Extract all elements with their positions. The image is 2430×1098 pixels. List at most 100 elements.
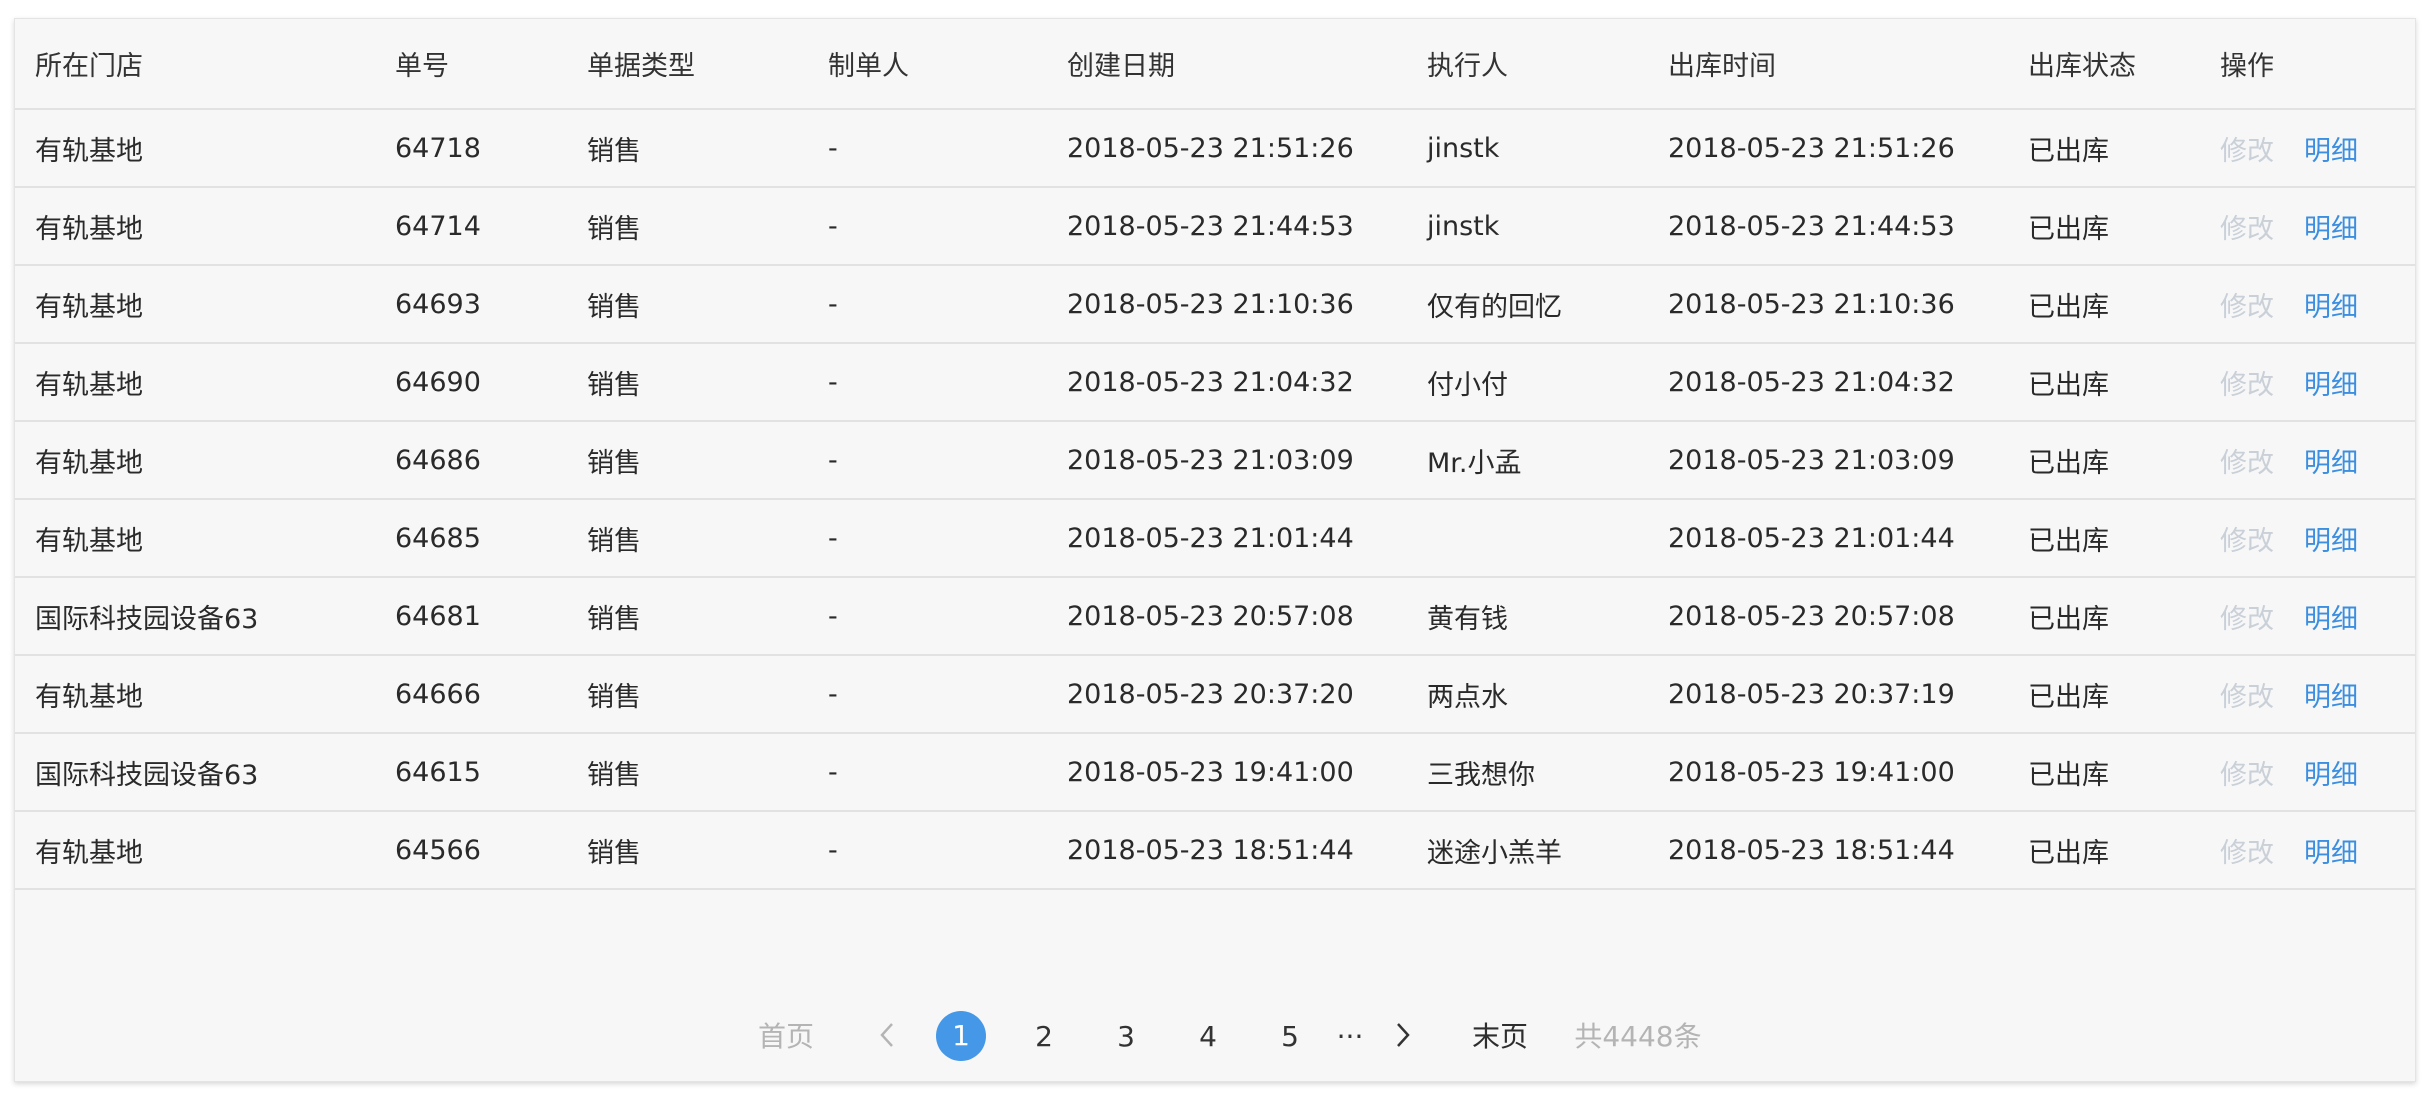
cell-executor: 仅有的回忆 bbox=[1407, 265, 1648, 344]
cell-maker: - bbox=[808, 421, 1047, 500]
cell-maker: - bbox=[808, 655, 1047, 734]
page-3-button[interactable]: 3 bbox=[1101, 1011, 1151, 1063]
detail-link[interactable]: 明细 bbox=[2304, 448, 2358, 479]
chevron-left-icon[interactable] bbox=[879, 1011, 909, 1063]
cell-outbound-time: 2018-05-23 19:41:00 bbox=[1648, 733, 2008, 812]
page-4-button[interactable]: 4 bbox=[1183, 1011, 1233, 1063]
chevron-right-icon[interactable] bbox=[1395, 1011, 1425, 1063]
cell-outbound-time: 2018-05-23 21:04:32 bbox=[1648, 343, 2008, 422]
cell-maker: - bbox=[808, 499, 1047, 578]
cell-outbound-time: 2018-05-23 18:51:44 bbox=[1648, 811, 2008, 890]
cell-order-no: 64666 bbox=[375, 655, 567, 734]
table-row: 国际科技园设备63 64681 销售 -2018-05-23 20:57:08 黄有钱 2… bbox=[15, 577, 2415, 656]
table-row: 有轨基地 64714 销售 -2018-05-23 21:44:53 jinstk 201… bbox=[15, 187, 2415, 266]
cell-created-date: 2018-05-23 21:51:26 bbox=[1047, 109, 1407, 188]
cell-doc-type: 销售 bbox=[567, 577, 808, 656]
detail-link[interactable]: 明细 bbox=[2304, 214, 2358, 245]
cell-created-date: 2018-05-23 18:51:44 bbox=[1047, 811, 1407, 890]
detail-link[interactable]: 明细 bbox=[2304, 838, 2358, 869]
column-header-executor: 执行人 bbox=[1407, 19, 1648, 110]
edit-link[interactable]: 修改 bbox=[2220, 760, 2274, 791]
table-row: 有轨基地 64566 销售 -2018-05-23 18:51:44 迷途小羔羊 2018… bbox=[15, 811, 2415, 890]
cell-outbound-status: 已出库 bbox=[2008, 343, 2200, 422]
column-header-outbound-time: 出库时间 bbox=[1648, 19, 2008, 110]
cell-order-no: 64714 bbox=[375, 187, 567, 266]
total-count: 共4448条 bbox=[1574, 1020, 1702, 1053]
cell-doc-type: 销售 bbox=[567, 499, 808, 578]
cell-created-date: 2018-05-23 21:04:32 bbox=[1047, 343, 1407, 422]
cell-created-date: 2018-05-23 20:37:20 bbox=[1047, 655, 1407, 734]
detail-link[interactable]: 明细 bbox=[2304, 292, 2358, 323]
cell-outbound-status: 已出库 bbox=[2008, 655, 2200, 734]
outbound-orders-panel: 所在门店 单号 单据类型 制单人 创建日期 执行人 出库时间 出库状态 操作 有… bbox=[14, 18, 2416, 1082]
cell-maker: - bbox=[808, 811, 1047, 890]
cell-store: 有轨基地 bbox=[15, 499, 375, 578]
cell-store: 有轨基地 bbox=[15, 421, 375, 500]
cell-store: 有轨基地 bbox=[15, 655, 375, 734]
cell-store: 有轨基地 bbox=[15, 811, 375, 890]
column-header-created-date: 创建日期 bbox=[1047, 19, 1407, 110]
edit-link[interactable]: 修改 bbox=[2220, 604, 2274, 635]
edit-link[interactable]: 修改 bbox=[2220, 526, 2274, 557]
cell-actions: 修改 明细 bbox=[2200, 733, 2415, 812]
table-row: 有轨基地 64666 销售 -2018-05-23 20:37:20 两点水 2018-0… bbox=[15, 655, 2415, 734]
cell-store: 国际科技园设备63 bbox=[15, 577, 375, 656]
edit-link[interactable]: 修改 bbox=[2220, 838, 2274, 869]
table-row: 有轨基地 64690 销售 -2018-05-23 21:04:32 付小付 2018-0… bbox=[15, 343, 2415, 422]
pagination: 首页 1 2 3 4 5 ··· 末页 共4448条 bbox=[15, 1011, 2415, 1067]
detail-link[interactable]: 明细 bbox=[2304, 760, 2358, 791]
cell-maker: - bbox=[808, 577, 1047, 656]
cell-outbound-time: 2018-05-23 21:44:53 bbox=[1648, 187, 2008, 266]
cell-outbound-status: 已出库 bbox=[2008, 499, 2200, 578]
first-page-button[interactable]: 首页 bbox=[751, 1011, 821, 1063]
edit-link[interactable]: 修改 bbox=[2220, 136, 2274, 167]
cell-maker: - bbox=[808, 733, 1047, 812]
detail-link[interactable]: 明细 bbox=[2304, 136, 2358, 167]
table-body: 有轨基地 64718 销售 -2018-05-23 21:51:26 jinstk 201… bbox=[15, 109, 2415, 890]
cell-actions: 修改 明细 bbox=[2200, 109, 2415, 188]
cell-maker: - bbox=[808, 343, 1047, 422]
detail-link[interactable]: 明细 bbox=[2304, 604, 2358, 635]
edit-link[interactable]: 修改 bbox=[2220, 292, 2274, 323]
cell-outbound-status: 已出库 bbox=[2008, 733, 2200, 812]
cell-doc-type: 销售 bbox=[567, 733, 808, 812]
edit-link[interactable]: 修改 bbox=[2220, 682, 2274, 713]
cell-created-date: 2018-05-23 20:57:08 bbox=[1047, 577, 1407, 656]
detail-link[interactable]: 明细 bbox=[2304, 370, 2358, 401]
cell-order-no: 64693 bbox=[375, 265, 567, 344]
page-2-button[interactable]: 2 bbox=[1019, 1011, 1069, 1063]
cell-outbound-status: 已出库 bbox=[2008, 265, 2200, 344]
cell-maker: - bbox=[808, 187, 1047, 266]
cell-executor: Mr.小孟 bbox=[1407, 421, 1648, 500]
last-page-button[interactable]: 末页 bbox=[1465, 1011, 1535, 1063]
cell-created-date: 2018-05-23 21:03:09 bbox=[1047, 421, 1407, 500]
cell-store: 国际科技园设备63 bbox=[15, 733, 375, 812]
table-row: 国际科技园设备63 64615 销售 -2018-05-23 19:41:00 三我想你… bbox=[15, 733, 2415, 812]
detail-link[interactable]: 明细 bbox=[2304, 682, 2358, 713]
page-1-button[interactable]: 1 bbox=[936, 1011, 986, 1061]
edit-link[interactable]: 修改 bbox=[2220, 214, 2274, 245]
cell-order-no: 64690 bbox=[375, 343, 567, 422]
cell-outbound-status: 已出库 bbox=[2008, 811, 2200, 890]
cell-order-no: 64685 bbox=[375, 499, 567, 578]
cell-actions: 修改 明细 bbox=[2200, 577, 2415, 656]
cell-order-no: 64681 bbox=[375, 577, 567, 656]
cell-order-no: 64686 bbox=[375, 421, 567, 500]
cell-doc-type: 销售 bbox=[567, 421, 808, 500]
detail-link[interactable]: 明细 bbox=[2304, 526, 2358, 557]
page-5-button[interactable]: 5 bbox=[1265, 1011, 1315, 1063]
cell-doc-type: 销售 bbox=[567, 811, 808, 890]
cell-executor: 黄有钱 bbox=[1407, 577, 1648, 656]
cell-actions: 修改 明细 bbox=[2200, 187, 2415, 266]
edit-link[interactable]: 修改 bbox=[2220, 448, 2274, 479]
cell-doc-type: 销售 bbox=[567, 109, 808, 188]
cell-doc-type: 销售 bbox=[567, 655, 808, 734]
cell-order-no: 64718 bbox=[375, 109, 567, 188]
cell-executor: 三我想你 bbox=[1407, 733, 1648, 812]
edit-link[interactable]: 修改 bbox=[2220, 370, 2274, 401]
cell-store: 有轨基地 bbox=[15, 343, 375, 422]
pagination-ellipsis: ··· bbox=[1336, 1020, 1364, 1053]
column-header-actions: 操作 bbox=[2200, 19, 2415, 110]
cell-executor: jinstk bbox=[1407, 109, 1648, 188]
cell-actions: 修改 明细 bbox=[2200, 811, 2415, 890]
